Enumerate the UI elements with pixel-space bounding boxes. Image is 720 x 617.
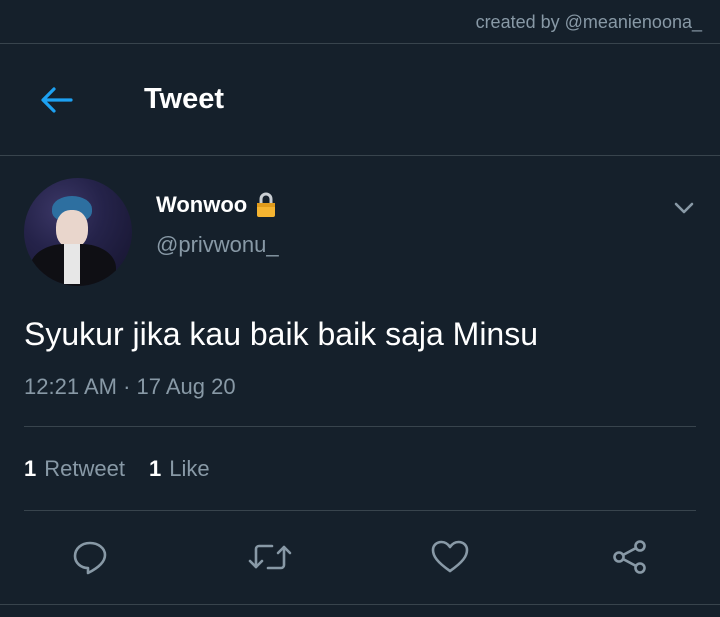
back-arrow-icon [41,87,73,113]
author-name-row: Wonwoo [156,192,277,218]
retweet-button[interactable] [248,535,292,579]
watermark-credit: created by @meanienoona_ [475,12,702,32]
share-button[interactable] [608,535,652,579]
top-divider [0,43,720,44]
user-handle[interactable]: @privwonu_ [156,232,279,258]
retweet-count: 1 [24,456,37,481]
avatar[interactable] [24,178,132,286]
display-name[interactable]: Wonwoo [156,192,247,218]
retweet-icon [248,544,292,570]
tweet-text: Syukur jika kau baik baik saja Minsu [24,316,539,352]
stats-bottom-divider [24,510,696,511]
share-icon [613,540,646,574]
like-label: Like [169,456,210,481]
like-count: 1 [148,456,162,481]
chevron-down-icon [674,202,694,214]
reply-button[interactable] [68,535,112,579]
header-divider [0,155,720,156]
like-button[interactable] [428,535,472,579]
page-title: Tweet [144,83,225,115]
stats-top-divider [24,426,696,427]
retweet-count-link[interactable]: 1 Retweet [24,456,125,482]
lock-icon [255,192,277,218]
tweet-timestamp: 12:21 AM · 17 Aug 20 [24,374,236,399]
retweet-label: Retweet [44,456,125,481]
bottom-divider [0,604,720,605]
reply-icon [73,541,107,575]
like-icon [431,540,469,573]
back-button[interactable] [36,83,76,117]
like-count-link[interactable]: 1 Like [149,456,210,482]
engagement-stats: 1 Retweet 1 Like [24,456,210,482]
action-bar [0,535,720,579]
more-options-button[interactable] [672,196,696,220]
